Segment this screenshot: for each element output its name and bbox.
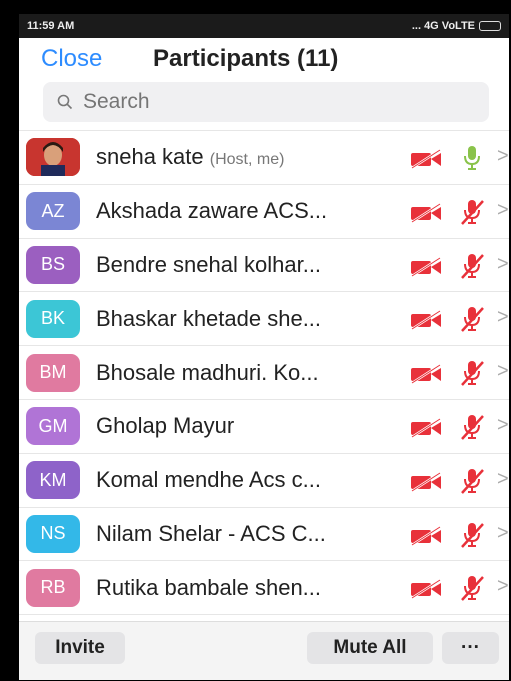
participant-row[interactable]: BK Bhaskar khetade she... > [19,292,509,347]
mic-icon [459,144,485,177]
avatar: BM [26,353,80,392]
participant-row[interactable]: NS Nilam Shelar - ACS C... > [19,508,509,562]
video-off-icon [410,202,442,228]
chevron-right-icon: > [497,575,509,598]
footer-toolbar: Invite Mute All ··· [19,621,509,680]
mic-muted-icon [459,252,485,285]
mic-muted-icon [459,305,485,338]
search-input[interactable] [81,89,465,115]
mic-muted-icon [459,359,485,392]
close-button[interactable]: Close [41,45,102,73]
page-title: Participants (11) [153,45,339,72]
mute-all-button[interactable]: Mute All [307,632,433,664]
avatar: AZ [26,192,80,231]
video-off-icon [410,579,442,604]
avatar [26,138,80,177]
more-button[interactable]: ··· [442,632,499,664]
video-off-icon [410,364,442,389]
participant-list: sneha kate (Host, me) > AZ Akshada zaware A… [19,130,509,616]
participant-name: Gholap Mayur [96,413,235,439]
participant-name: sneha kate [96,144,204,170]
invite-button[interactable]: Invite [35,632,125,664]
participant-name: Bhosale madhuri. Ko... [96,359,319,385]
video-off-icon [410,417,442,443]
video-off-icon [410,471,442,497]
participant-row[interactable]: BS Bendre snehal kolhar... > [19,239,509,293]
participant-row[interactable]: sneha kate (Host, me) > [19,131,509,185]
participant-row[interactable]: BM Bhosale madhuri. Ko... > [19,346,509,400]
participant-row[interactable]: AZ Akshada zaware ACS... > [19,185,509,239]
video-off-icon [410,525,442,551]
avatar: KM [26,461,80,500]
participant-name: Bendre snehal kolhar... [96,251,322,277]
avatar: BK [26,299,80,338]
chevron-right-icon: > [497,360,509,383]
chevron-right-icon: > [497,145,509,167]
video-off-icon [410,256,442,282]
participant-row[interactable]: KM Komal mendhe Acs c... > [19,454,509,508]
participant-name: Rutika bambale shen... [96,574,322,600]
chevron-right-icon: > [497,521,509,544]
participant-name: Komal mendhe Acs c... [96,467,321,493]
chevron-right-icon: > [497,413,509,436]
host-tag: (Host, me) [209,151,285,169]
status-bar: 11:59 AM ... 4G VoLTE [19,14,509,38]
avatar: RB [26,568,80,607]
chevron-right-icon: > [497,252,509,275]
mic-muted-icon [459,467,485,500]
status-time: 11:59 AM [27,20,75,32]
search-icon [57,94,73,110]
chevron-right-icon: > [497,198,509,221]
chevron-right-icon: > [497,306,509,329]
zoom-participants-screen: 11:59 AM ... 4G VoLTE Close Participants… [19,14,509,680]
search-box[interactable] [43,82,489,122]
video-off-icon [410,310,442,335]
battery-icon [479,21,501,31]
header: Close Participants (11) [19,38,509,82]
participant-name: Nilam Shelar - ACS C... [96,520,326,546]
chevron-right-icon: > [497,467,509,490]
network-status: ... 4G VoLTE [411,20,475,32]
avatar: GM [26,407,80,446]
video-off-icon [410,148,442,174]
participant-row[interactable]: RB Rutika bambale shen... > [19,561,509,616]
mic-muted-icon [459,521,485,554]
participant-name: Akshada zaware ACS... [96,198,328,224]
mic-muted-icon [459,574,485,607]
participant-row[interactable]: GM Gholap Mayur > [19,400,509,454]
mic-muted-icon [459,198,485,231]
avatar: NS [26,514,80,553]
participant-name: Bhaskar khetade she... [96,305,322,331]
avatar: BS [26,245,80,284]
mic-muted-icon [459,413,485,446]
